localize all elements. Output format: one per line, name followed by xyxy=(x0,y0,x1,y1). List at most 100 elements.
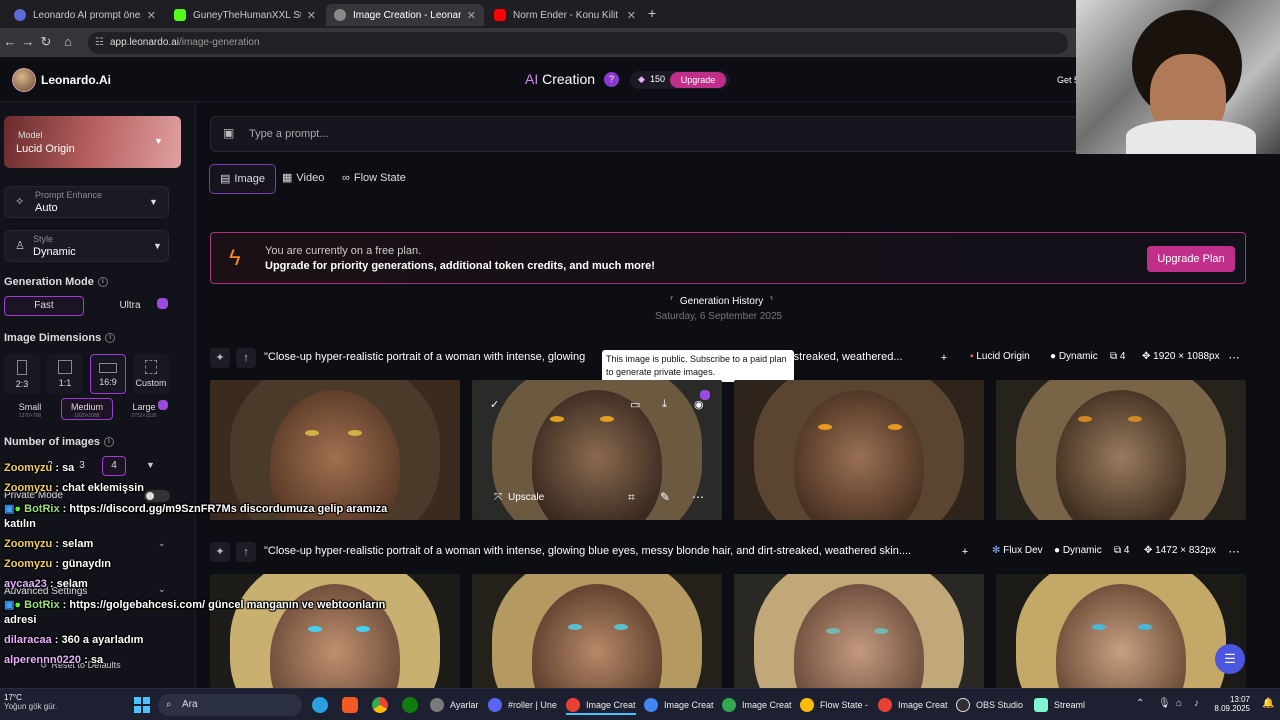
chrome-icon[interactable] xyxy=(372,697,388,713)
size-large-dims: 2752×1536 xyxy=(131,413,157,419)
xbox-icon[interactable] xyxy=(402,697,418,713)
chat-support-icon[interactable]: ☰ xyxy=(1215,644,1245,674)
generated-image[interactable] xyxy=(210,380,460,520)
more-options-icon[interactable]: ⋯ xyxy=(1224,542,1244,562)
info-icon[interactable]: i xyxy=(105,333,116,344)
edge-icon[interactable] xyxy=(312,697,328,713)
reload-icon[interactable]: ↻ xyxy=(38,34,54,50)
clock[interactable]: 13:07 8.09.2025 xyxy=(1214,695,1250,713)
generated-image[interactable] xyxy=(996,380,1246,520)
generated-image[interactable] xyxy=(734,574,984,688)
upgrade-plan-button[interactable]: Upgrade Plan xyxy=(1147,246,1235,272)
select-checkbox-icon[interactable]: ✓ xyxy=(490,398,499,411)
url-field[interactable]: ☷ app.leonardo.ai/image-generation xyxy=(88,32,1068,54)
browser-tab[interactable]: Leonardo AI prompt önerisi ✕ xyxy=(6,4,164,26)
chevron-down-icon[interactable]: ⌄ xyxy=(158,538,166,549)
new-tab-button[interactable]: + xyxy=(648,5,656,21)
close-icon[interactable]: ✕ xyxy=(147,9,156,22)
private-mode-toggle[interactable] xyxy=(144,490,170,502)
close-icon[interactable]: ✕ xyxy=(467,9,476,22)
folder-icon[interactable]: ▭ xyxy=(630,398,640,411)
network-icon[interactable]: ⌂ xyxy=(1176,698,1182,709)
model-tag-label: Flux Dev xyxy=(1003,545,1043,556)
size-small-button[interactable]: Small 1376×768 xyxy=(4,398,56,420)
size-large-button[interactable]: Large 2752×1536 xyxy=(118,398,170,420)
taskbar-app[interactable]: Flow State - xyxy=(800,695,868,715)
tab-flow-state[interactable]: ∞ Flow State xyxy=(332,164,416,194)
tray-chevron-icon[interactable]: ⌃ xyxy=(1136,698,1144,709)
edit-icon[interactable]: ✎ xyxy=(660,490,670,504)
size-medium-button[interactable]: Medium 1920×1088 xyxy=(61,398,113,420)
browser-tab-active[interactable]: Image Creation - Leonardo.Ai ✕ xyxy=(326,4,484,26)
upscale-button[interactable]: ⤧ Upscale xyxy=(494,492,544,503)
chevron-down-icon[interactable]: ⌄ xyxy=(158,584,166,595)
volume-icon[interactable]: ♪ xyxy=(1194,698,1199,709)
tab-label: GuneyTheHumanXXL Stream - xyxy=(193,9,301,21)
chevron-down-icon[interactable]: ▼ xyxy=(146,460,155,470)
taskbar-app-active[interactable]: Image Creat xyxy=(566,695,636,715)
home-icon[interactable]: ⌂ xyxy=(60,34,76,50)
prompt-enhance-select[interactable]: ✧ Prompt Enhance Auto ▼ xyxy=(4,186,169,218)
style-select[interactable]: ♙ Style Dynamic ▼ xyxy=(4,230,169,262)
windows-start-icon[interactable] xyxy=(134,697,150,713)
reuse-prompt-icon[interactable]: ✦ xyxy=(210,542,230,562)
upgrade-button[interactable]: Upgrade xyxy=(670,72,726,88)
close-icon[interactable]: ✕ xyxy=(627,9,636,22)
taskbar-search[interactable]: ⌕ Ara xyxy=(158,694,302,716)
bot-badge-icon: ▣ xyxy=(4,599,15,611)
dimension-16-9[interactable]: 16:9 xyxy=(90,354,126,394)
browser-tab[interactable]: GuneyTheHumanXXL Stream - ✕ xyxy=(166,4,324,26)
notification-bell-icon[interactable]: 🔔 xyxy=(1262,698,1274,709)
dimension-2-3[interactable]: 2:3 xyxy=(4,354,40,394)
eye-icon[interactable]: ◉ xyxy=(694,398,704,411)
tab-video[interactable]: ▦ Video xyxy=(272,164,334,194)
upload-arrow-icon[interactable]: ↑ xyxy=(236,542,256,562)
close-icon[interactable]: ✕ xyxy=(307,9,316,22)
forward-icon[interactable]: → xyxy=(20,34,36,50)
count-4-button[interactable]: 4 xyxy=(102,456,126,476)
generated-image-hovered[interactable]: ✓ ▭ ⤓ ◉ ⤧ Upscale ⌗ ✎ ⋯ xyxy=(472,380,722,520)
drop-icon: ● xyxy=(1050,351,1057,362)
generated-image[interactable] xyxy=(996,574,1246,688)
taskbar-app[interactable]: Image Creat xyxy=(644,695,714,715)
tab-image[interactable]: ▤ Image xyxy=(209,164,276,194)
brand-name[interactable]: Leonardo.Ai xyxy=(41,73,111,87)
reuse-prompt-icon[interactable]: ✦ xyxy=(210,348,230,368)
generated-image[interactable] xyxy=(472,574,722,688)
weather-widget[interactable]: 17°C Yoğun gök gür. xyxy=(4,693,57,711)
back-icon[interactable]: ← xyxy=(2,34,18,50)
upload-arrow-icon[interactable]: ↑ xyxy=(236,348,256,368)
brave-icon[interactable] xyxy=(342,697,358,713)
dimension-1-1[interactable]: 1:1 xyxy=(47,354,83,394)
plus-icon[interactable]: + xyxy=(934,348,954,368)
more-options-icon[interactable]: ⋯ xyxy=(1224,348,1244,368)
image-prompt-icon[interactable]: ▣ xyxy=(223,126,234,140)
taskbar-app[interactable]: Image Creat xyxy=(878,695,948,715)
help-icon[interactable]: ? xyxy=(604,72,619,87)
info-icon[interactable]: i xyxy=(97,277,108,288)
crop-icon[interactable]: ⌗ xyxy=(628,490,635,505)
microphone-icon[interactable]: 🎙 xyxy=(1158,698,1171,709)
more-options-icon[interactable]: ⋯ xyxy=(692,490,704,504)
generated-image[interactable] xyxy=(734,380,984,520)
site-info-icon[interactable]: ☷ xyxy=(95,32,104,54)
mode-fast-button[interactable]: Fast xyxy=(4,296,84,316)
dimension-custom[interactable]: Custom xyxy=(133,354,169,394)
taskbar-app[interactable]: Streaml xyxy=(1034,695,1085,715)
model-selector[interactable]: Model Lucid Origin ▼ xyxy=(4,116,181,168)
mode-ultra-button[interactable]: Ultra xyxy=(90,296,170,316)
download-icon[interactable]: ⤓ xyxy=(662,398,667,411)
taskbar-app[interactable]: Image Creat xyxy=(722,695,792,715)
plus-icon[interactable]: + xyxy=(955,542,975,562)
taskbar-app-label: Image Creat xyxy=(586,700,636,710)
info-icon[interactable]: i xyxy=(103,437,114,448)
chat-user: BotRix xyxy=(24,503,60,515)
taskbar-app[interactable]: OBS Studio xyxy=(956,695,1023,715)
leonardo-logo-icon[interactable] xyxy=(12,68,36,92)
taskbar-app[interactable]: Ayarlar xyxy=(430,695,478,715)
square-shape-icon xyxy=(58,360,72,374)
browser-tab[interactable]: Norm Ender - Konu Kilit - Y ✕ xyxy=(486,4,644,26)
style-label: Style xyxy=(33,234,54,244)
taskbar-app[interactable]: #roller | Une xyxy=(488,695,557,715)
generated-image[interactable] xyxy=(210,574,460,688)
